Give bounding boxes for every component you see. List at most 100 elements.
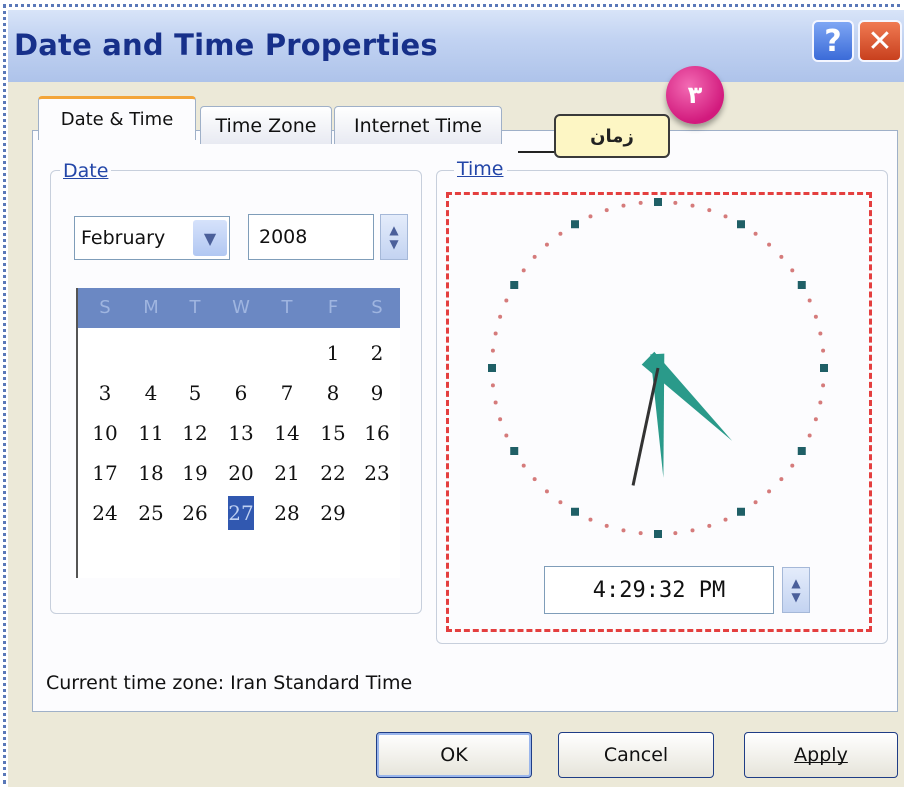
calendar-day[interactable]: 29 (314, 496, 352, 530)
minute-dot (621, 203, 626, 208)
minute-dot (807, 298, 812, 303)
minute-dot (621, 528, 626, 533)
calendar-day[interactable]: 14 (268, 416, 306, 450)
minute-dot (790, 463, 795, 468)
hour-marker (654, 198, 662, 206)
calendar-day[interactable]: 18 (132, 456, 170, 490)
cancel-button[interactable]: Cancel (558, 732, 714, 778)
calendar-day-name: T (189, 297, 201, 318)
hour-marker (510, 447, 519, 455)
calendar-day-selected[interactable]: 27 (228, 496, 254, 530)
current-time-zone: Current time zone: Iran Standard Time (46, 672, 413, 694)
calendar-day-name: M (143, 297, 159, 318)
minute-dot (707, 523, 712, 528)
tab-internet-time[interactable]: Internet Time (334, 106, 502, 144)
minute-dot (604, 523, 609, 528)
calendar-day[interactable]: 8 (314, 376, 352, 410)
calendar-day[interactable]: 11 (132, 416, 170, 450)
minute-dot (790, 268, 795, 273)
calendar-day-name: T (281, 297, 293, 318)
calendar-day[interactable]: 6 (222, 376, 260, 410)
calendar-day[interactable]: 22 (314, 456, 352, 490)
calendar-day[interactable]: 26 (176, 496, 214, 530)
hour-marker (797, 281, 806, 289)
calendar-day[interactable]: 10 (86, 416, 124, 450)
second-hand (631, 367, 660, 486)
tab-internet-time-label: Internet Time (354, 114, 482, 137)
close-button[interactable]: ✕ (858, 20, 902, 62)
spin-up-icon[interactable]: ▲ (791, 576, 800, 590)
calendar-day[interactable]: 12 (176, 416, 214, 450)
minute-dot (690, 528, 695, 533)
calendar-day[interactable]: 9 (358, 376, 396, 410)
help-icon: ? (824, 23, 842, 59)
spin-down-icon[interactable]: ▼ (791, 590, 800, 604)
calendar-day-name: F (327, 297, 339, 318)
calendar-day[interactable]: 7 (268, 376, 306, 410)
hour-marker (820, 364, 828, 372)
calendar-day[interactable]: 25 (132, 496, 170, 530)
chevron-down-icon[interactable]: ▼ (193, 220, 227, 256)
month-value: February (81, 227, 166, 249)
minute-dot (813, 417, 818, 422)
minute-dot (807, 433, 812, 438)
calendar-day[interactable]: 15 (314, 416, 352, 450)
minute-dot (767, 242, 772, 247)
calendar-day-name: W (232, 297, 250, 318)
tab-date-time[interactable]: Date & Time (38, 96, 196, 140)
step-badge: ۳ (666, 66, 724, 124)
apply-button-label: Apply (794, 744, 848, 766)
month-dropdown[interactable]: February ▼ (74, 216, 230, 260)
ok-button[interactable]: OK (376, 732, 532, 778)
minute-dot (821, 348, 826, 353)
calendar-day-name: S (371, 297, 383, 318)
tab-time-zone-label: Time Zone (215, 114, 317, 137)
help-button[interactable]: ? (812, 20, 854, 62)
minute-dot (544, 242, 549, 247)
spin-down-icon[interactable]: ▼ (389, 237, 398, 251)
calendar-day[interactable]: 2 (358, 336, 396, 370)
calendar-day[interactable]: 5 (176, 376, 214, 410)
minute-dot (690, 203, 695, 208)
minute-dot (818, 400, 823, 405)
calendar-day[interactable]: 16 (358, 416, 396, 450)
calendar-day[interactable]: 1 (314, 336, 352, 370)
close-icon: ✕ (867, 23, 893, 59)
apply-button[interactable]: Apply (744, 732, 898, 778)
hour-marker (654, 530, 662, 538)
spin-up-icon[interactable]: ▲ (389, 223, 398, 237)
time-spinner[interactable]: ▲ ▼ (782, 567, 810, 613)
time-group-label: Time (454, 158, 507, 180)
hour-marker (737, 220, 745, 229)
minute-dot (558, 231, 563, 236)
calendar-day-name: S (99, 297, 111, 318)
calendar-day[interactable]: 23 (358, 456, 396, 490)
minute-dot (521, 463, 526, 468)
minute-dot (521, 268, 526, 273)
analog-clock (488, 198, 828, 538)
minute-dot (673, 531, 678, 536)
calendar-day[interactable]: 28 (268, 496, 306, 530)
tab-time-zone[interactable]: Time Zone (200, 106, 332, 144)
calendar-day[interactable]: 17 (86, 456, 124, 490)
year-field[interactable]: 2008 (248, 214, 374, 260)
minute-dot (504, 298, 509, 303)
minute-dot (813, 314, 818, 319)
calendar-day[interactable]: 24 (86, 496, 124, 530)
calendar-day[interactable]: 4 (132, 376, 170, 410)
year-spinner[interactable]: ▲ ▼ (380, 214, 408, 260)
minute-dot (604, 208, 609, 213)
time-field[interactable]: 4:29:32 PM (544, 566, 774, 614)
time-value: 4:29:32 PM (592, 577, 726, 603)
calendar-day[interactable]: 21 (268, 456, 306, 490)
calendar-day[interactable]: 20 (222, 456, 260, 490)
minute-dot (532, 254, 537, 259)
window-title: Date and Time Properties (14, 28, 438, 62)
calendar-day[interactable]: 13 (222, 416, 260, 450)
minute-dot (544, 489, 549, 494)
hour-marker (488, 364, 496, 372)
minute-dot (588, 517, 593, 522)
minute-dot (707, 208, 712, 213)
calendar-day[interactable]: 3 (86, 376, 124, 410)
calendar-day[interactable]: 19 (176, 456, 214, 490)
